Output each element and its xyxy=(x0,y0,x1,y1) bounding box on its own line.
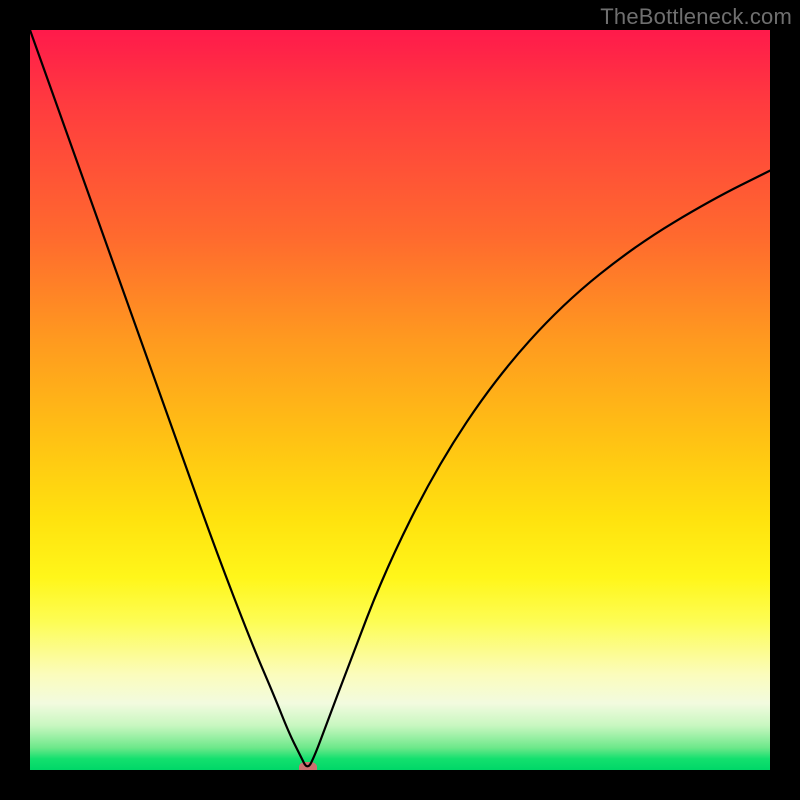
chart-frame: TheBottleneck.com xyxy=(0,0,800,800)
plot-area xyxy=(30,30,770,770)
bottleneck-curve xyxy=(30,30,770,770)
watermark-text: TheBottleneck.com xyxy=(600,4,792,30)
